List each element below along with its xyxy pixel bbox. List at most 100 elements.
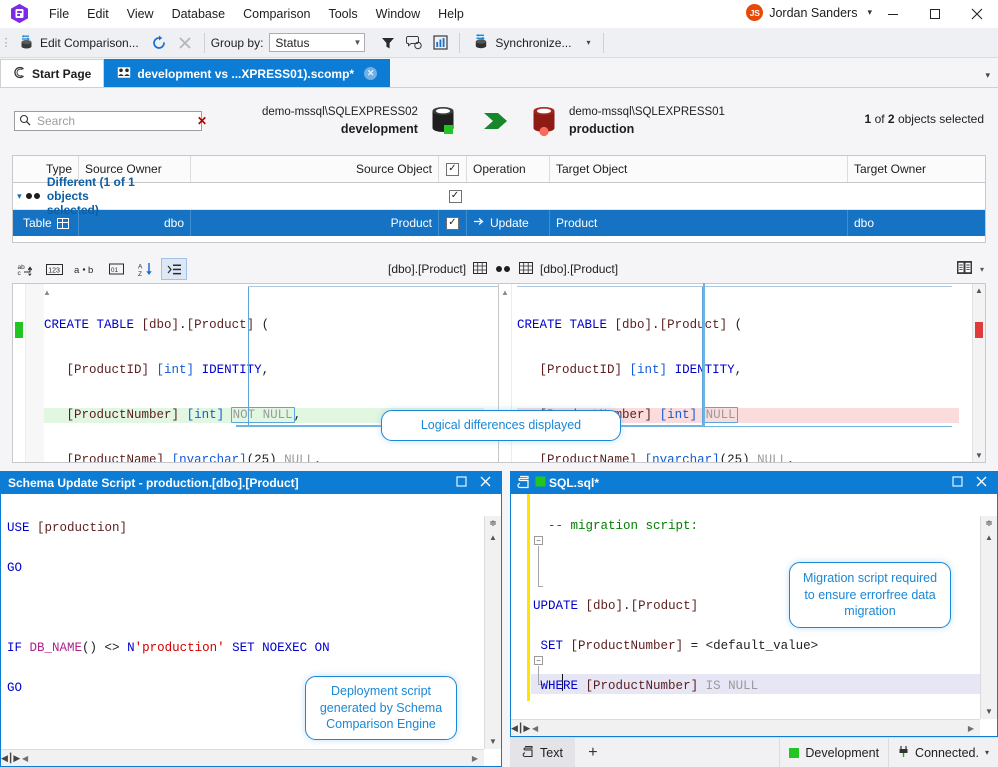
- scroll-down-arrow-icon[interactable]: ▼: [973, 451, 985, 460]
- status-connection[interactable]: Connected. ▾: [888, 738, 998, 767]
- report-icon[interactable]: [427, 31, 453, 55]
- synchronize-icon: [473, 34, 490, 51]
- table-icon: [473, 261, 488, 277]
- column-header-operation[interactable]: Operation: [467, 156, 550, 182]
- comment-icon[interactable]: [401, 31, 427, 55]
- selection-outline-top: [517, 286, 952, 287]
- scroll-up-arrow-icon[interactable]: ▲: [973, 286, 985, 295]
- menu-label-comparison: Comparison: [243, 6, 311, 21]
- maximize-button[interactable]: [914, 0, 956, 28]
- search-input-wrapper[interactable]: ✕: [14, 111, 207, 131]
- code-line: CREATE TABLE [dbo].[Product] (: [517, 318, 743, 332]
- menu-item-comparison[interactable]: Comparison: [234, 4, 319, 24]
- split-handle-icon[interactable]: ≑: [981, 518, 997, 529]
- search-input[interactable]: [35, 113, 194, 129]
- outline-icon[interactable]: [161, 258, 187, 280]
- edit-comparison-button[interactable]: Edit Comparison...: [12, 32, 146, 54]
- sort-icon[interactable]: A Z: [132, 258, 158, 280]
- schema-panel-vscrollbar[interactable]: ≑ ▲ ▼: [484, 516, 501, 749]
- menu-item-view[interactable]: View: [118, 4, 163, 24]
- row-type: Table: [13, 210, 79, 236]
- scroll-right-arrow-icon[interactable]: ▶: [472, 754, 478, 763]
- schema-panel-hscrollbar[interactable]: ◀┃▶ ◀ ▶: [1, 749, 484, 766]
- close-button[interactable]: [956, 0, 998, 28]
- callout-migration-text: Migration script required to ensure erro…: [802, 570, 938, 619]
- synchronize-button[interactable]: Synchronize... ▾: [466, 31, 597, 54]
- group-by-select[interactable]: Status ▼: [269, 33, 366, 52]
- text-tab-icon: [522, 745, 535, 761]
- source-host: demo-mssql\SQLEXPRESS02: [262, 106, 418, 119]
- ignore-whitespace-icon[interactable]: a b: [70, 258, 100, 280]
- tab-start-page[interactable]: Start Page: [0, 59, 105, 87]
- svg-text:123: 123: [48, 267, 60, 274]
- scroll-left-arrow-icon[interactable]: ◀: [22, 754, 28, 763]
- ignore-case-icon[interactable]: ab c: [12, 258, 38, 280]
- split-view-icon[interactable]: [956, 260, 973, 278]
- callout-deployment-text: Deployment script generated by Schema Co…: [319, 683, 443, 732]
- toolbar-separator: [203, 32, 205, 53]
- svg-text:c: c: [17, 270, 21, 277]
- header-select-all-checkbox[interactable]: ✓: [439, 156, 467, 182]
- column-header-source-object[interactable]: Source Object: [191, 156, 439, 182]
- account-menu[interactable]: JS Jordan Sanders ▾: [746, 4, 872, 21]
- comparison-grid: Type Source Owner Source Object ✓ Operat…: [12, 155, 986, 243]
- scroll-left-arrow-icon[interactable]: ◀: [532, 724, 538, 733]
- right-pane-scrollbar[interactable]: ▲ ▼: [972, 284, 985, 462]
- stop-icon[interactable]: [172, 31, 198, 55]
- svg-text:b: b: [88, 265, 93, 276]
- scroll-down-arrow-icon[interactable]: ▼: [981, 707, 997, 716]
- close-icon[interactable]: [969, 476, 993, 490]
- sql-panel-hscrollbar[interactable]: ◀┃▶ ◀ ▶: [511, 719, 980, 736]
- status-environment[interactable]: Development: [779, 738, 888, 767]
- code-line: [ProductID] [int] IDENTITY,: [539, 363, 743, 377]
- edit-comparison-icon: [19, 34, 35, 51]
- group-checkbox[interactable]: ✓: [441, 189, 469, 203]
- chevron-down-icon[interactable]: ▾: [980, 265, 984, 274]
- menu-item-file[interactable]: File: [40, 4, 78, 24]
- filter-icon[interactable]: [375, 31, 401, 55]
- menu-item-tools[interactable]: Tools: [319, 4, 366, 24]
- status-environment-label: Development: [805, 745, 880, 760]
- minimize-button[interactable]: [872, 0, 914, 28]
- chevron-down-icon[interactable]: ▾: [985, 748, 989, 757]
- toolbar-grip-icon[interactable]: ⋮: [0, 36, 12, 49]
- source-database: development: [340, 121, 418, 136]
- target-server-block: demo-mssql\SQLEXPRESS01 production: [528, 103, 725, 140]
- menu-item-help[interactable]: Help: [429, 4, 473, 24]
- tab-overflow-caret-icon[interactable]: ▾: [985, 70, 990, 81]
- menu-item-window[interactable]: Window: [367, 4, 429, 24]
- tab-comparison-document[interactable]: development vs ...XPRESS01).scomp* ✕: [104, 59, 391, 87]
- split-handle-icon[interactable]: ≑: [485, 518, 501, 529]
- scroll-down-arrow-icon[interactable]: ▼: [485, 737, 501, 746]
- grid-group-row[interactable]: ▾ Different (1 of 1 objects selected) ✓: [13, 175, 985, 217]
- sql-panel-vscrollbar[interactable]: ≑ ▲ ▼: [980, 516, 997, 719]
- clear-search-icon[interactable]: ✕: [194, 114, 207, 128]
- menu-item-database[interactable]: Database: [163, 4, 235, 24]
- source-server-texts: demo-mssql\SQLEXPRESS02 development: [262, 105, 418, 137]
- close-icon[interactable]: ✕: [364, 67, 378, 80]
- left-fold-gutter: ▲: [26, 284, 51, 462]
- line-numbers-icon[interactable]: 01: [103, 258, 129, 280]
- menu-item-edit[interactable]: Edit: [78, 4, 118, 24]
- refresh-icon[interactable]: [146, 31, 172, 55]
- restore-icon[interactable]: [945, 476, 969, 490]
- restore-icon[interactable]: [449, 476, 473, 490]
- ignore-numbers-icon[interactable]: 123: [41, 258, 67, 280]
- split-handle-icon[interactable]: ◀┃▶: [1, 753, 20, 764]
- table-row[interactable]: Table dbo Product ✓ Update Product dbo: [13, 210, 985, 236]
- fold-caret-icon[interactable]: ▲: [501, 288, 509, 297]
- scroll-up-arrow-icon[interactable]: ▲: [981, 533, 997, 542]
- code-line: CREATE TABLE [dbo].[Product] (: [44, 318, 270, 332]
- chevron-down-icon[interactable]: ▾: [586, 38, 590, 47]
- add-tab-button[interactable]: +: [575, 744, 611, 762]
- group-expand-caret-icon[interactable]: ▾: [13, 191, 26, 202]
- row-checkbox[interactable]: ✓: [439, 210, 467, 236]
- scroll-right-arrow-icon[interactable]: ▶: [968, 724, 974, 733]
- split-handle-icon[interactable]: ◀┃▶: [511, 723, 530, 734]
- column-header-target-owner[interactable]: Target Owner: [848, 156, 983, 182]
- column-header-target-object[interactable]: Target Object: [550, 156, 848, 182]
- plug-icon: [898, 745, 909, 761]
- scroll-up-arrow-icon[interactable]: ▲: [485, 533, 501, 542]
- status-tab-text[interactable]: Text: [510, 738, 575, 767]
- close-icon[interactable]: [473, 476, 497, 490]
